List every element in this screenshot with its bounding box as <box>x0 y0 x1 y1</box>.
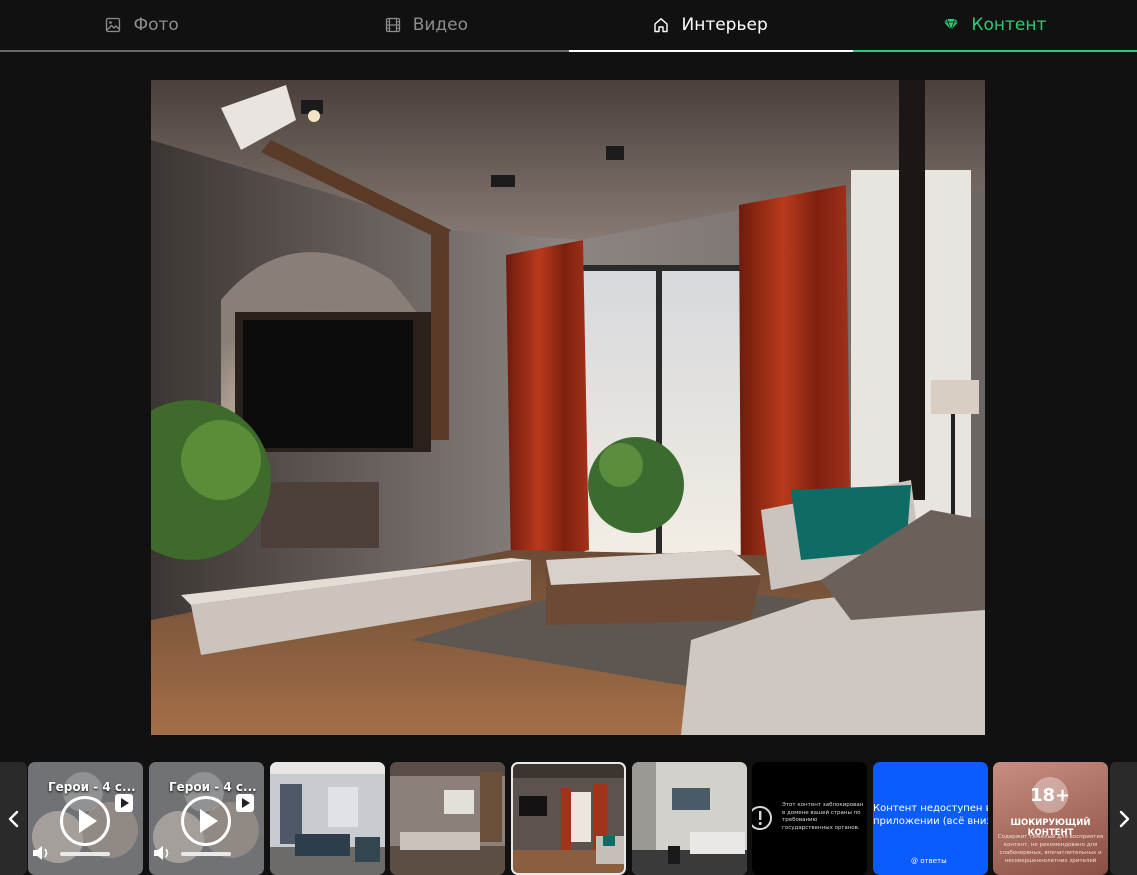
thumb-image[interactable] <box>390 762 505 875</box>
video-badge-icon <box>236 794 254 812</box>
play-button[interactable] <box>181 796 231 846</box>
unavailable-message: Контент недоступен в этом приложении (вс… <box>873 803 988 827</box>
film-icon <box>385 17 400 33</box>
thumb-video[interactable]: Герои - 4 с... <box>28 762 143 875</box>
main-image-viewer[interactable] <box>151 80 985 735</box>
volume-icon[interactable] <box>152 844 172 862</box>
thumb-image[interactable] <box>632 762 747 875</box>
video-progress-bar[interactable] <box>60 852 110 856</box>
thumb-image[interactable] <box>270 762 385 875</box>
image-icon <box>106 17 121 33</box>
tab-video[interactable]: Видео <box>284 0 569 52</box>
living-room-image <box>151 80 985 735</box>
home-icon <box>654 18 669 33</box>
alert-icon <box>752 806 772 830</box>
chevron-right-icon <box>1119 810 1129 827</box>
volume-icon[interactable] <box>31 844 51 862</box>
thumb-adult-warning[interactable]: 18+ ШОКИРУЮЩИЙ КОНТЕНТ Содержит тяжелый … <box>993 762 1108 875</box>
video-badge-icon <box>115 794 133 812</box>
tab-interior[interactable]: Интерьер <box>568 0 853 52</box>
strip-prev-button[interactable] <box>0 762 27 875</box>
tab-label: Интерьер <box>681 15 768 35</box>
thumb-image-selected[interactable] <box>511 762 626 875</box>
blocked-message: Этот контент заблокирован в домене вашей… <box>782 802 864 831</box>
thumb-unavailable[interactable]: Контент недоступен в этом приложении (вс… <box>873 762 988 875</box>
tab-bar: Фото Видео Интерьер Контент <box>0 0 1137 52</box>
interior-thumbnail <box>390 762 505 875</box>
thumb-blocked[interactable]: Этот контент заблокирован в домене вашей… <box>752 762 867 875</box>
age-badge: 18+ <box>1030 777 1070 813</box>
warning-subtitle: Содержит тяжелый для восприятия контент,… <box>997 834 1104 864</box>
tab-label: Фото <box>133 15 179 35</box>
tab-label: Видео <box>412 15 469 35</box>
tab-label: Контент <box>971 15 1047 35</box>
thumbnail-strip: Герои - 4 с... Герои - 4 с... Этот конте… <box>0 762 1137 875</box>
video-title: Герои - 4 с... <box>169 780 257 794</box>
video-progress-bar[interactable] <box>181 852 231 856</box>
strip-next-button[interactable] <box>1110 762 1137 875</box>
interior-thumbnail <box>632 762 747 875</box>
chevron-left-icon <box>8 810 18 827</box>
gem-icon <box>944 18 959 32</box>
unavailable-footer: @ ответы <box>911 857 947 865</box>
play-button[interactable] <box>60 796 110 846</box>
interior-thumbnail <box>270 762 385 875</box>
thumb-video[interactable]: Герои - 4 с... <box>149 762 264 875</box>
tab-photo[interactable]: Фото <box>0 0 285 52</box>
tab-content[interactable]: Контент <box>852 0 1137 52</box>
interior-thumbnail <box>511 762 626 875</box>
video-title: Герои - 4 с... <box>48 780 136 794</box>
